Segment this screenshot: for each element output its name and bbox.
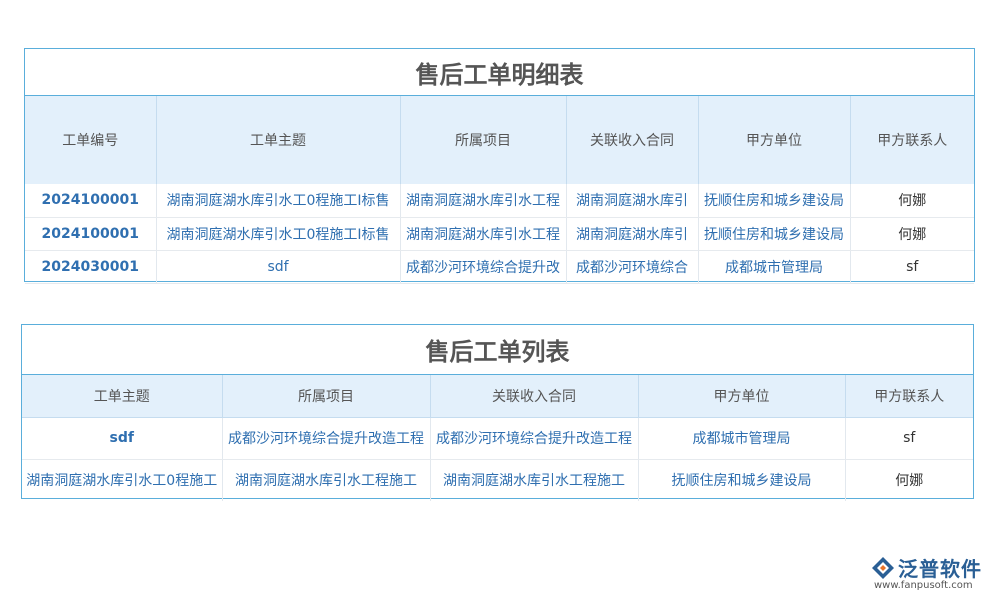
table-row[interactable]: 2024100001 湖南洞庭湖水库引水工0程施工I标售 湖南洞庭湖水库引水工程… [25, 217, 974, 251]
list-table-panel: 售后工单列表 工单主题 所属项目 关联收入合同 甲方单位 甲方联系人 sdf 成… [21, 324, 974, 501]
cell-subject[interactable]: sdf [156, 250, 401, 284]
cell-order-no[interactable]: 2024030001 [25, 250, 157, 284]
detail-table-title: 售后工单明细表 [25, 49, 974, 96]
column-header-subject[interactable]: 工单主题 [22, 375, 223, 418]
brand-url: www.fanpusoft.com [874, 580, 973, 591]
cell-order-no[interactable]: 2024100001 [25, 217, 157, 251]
table-row[interactable]: sdf 成都沙河环境综合提升改造工程 成都沙河环境综合提升改造工程 成都城市管理… [22, 417, 973, 460]
column-header-order-no[interactable]: 工单编号 [25, 96, 157, 184]
cell-subject[interactable]: sdf [22, 417, 223, 460]
cell-contact: sf [850, 250, 974, 284]
cell-subject[interactable]: 湖南洞庭湖水库引水工0程施工I标售 [156, 217, 401, 251]
table-row[interactable]: 2024030001 sdf 成都沙河环境综合提升改 成都沙河环境综合 成都城市… [25, 250, 974, 284]
detail-table: 工单编号 工单主题 所属项目 关联收入合同 甲方单位 甲方联系人 2024100… [25, 96, 974, 284]
cell-contact: 何娜 [895, 473, 924, 490]
column-header-project[interactable]: 所属项目 [400, 96, 567, 184]
cell-client[interactable]: 抚顺住房和城乡建设局 [698, 217, 851, 251]
column-header-contact[interactable]: 甲方联系人 [845, 375, 973, 418]
column-header-contract[interactable]: 关联收入合同 [430, 375, 639, 418]
brand-logo: 泛普软件 www.fanpusoft.com [870, 553, 994, 593]
list-table-title: 售后工单列表 [22, 325, 973, 375]
table-row[interactable]: 湖南洞庭湖水库引水工0程施工 湖南洞庭湖水库引水工程施工 湖南洞庭湖水库引水工程… [22, 459, 973, 501]
cell-contract[interactable]: 成都沙河环境综合提升改造工程 [430, 417, 639, 460]
list-table-header-row: 工单主题 所属项目 关联收入合同 甲方单位 甲方联系人 [22, 375, 973, 418]
cell-project[interactable]: 成都沙河环境综合提升改 [400, 250, 567, 284]
cell-contact: 何娜 [850, 184, 974, 218]
cell-contract[interactable]: 湖南洞庭湖水库引水工程施工 [430, 459, 639, 501]
cell-contract[interactable]: 湖南洞庭湖水库引 [566, 217, 699, 251]
column-header-subject[interactable]: 工单主题 [156, 96, 401, 184]
cell-client[interactable]: 成都城市管理局 [638, 417, 846, 460]
column-header-project[interactable]: 所属项目 [222, 375, 431, 418]
detail-table-panel: 售后工单明细表 工单编号 工单主题 所属项目 关联收入合同 甲方单位 甲方联系人… [24, 48, 975, 284]
brand-name: 泛普软件 [898, 557, 982, 581]
column-header-client[interactable]: 甲方单位 [698, 96, 851, 184]
fanpu-logo-icon [872, 557, 894, 579]
cell-client[interactable]: 抚顺住房和城乡建设局 [638, 459, 846, 501]
column-header-contract[interactable]: 关联收入合同 [566, 96, 699, 184]
list-table: 工单主题 所属项目 关联收入合同 甲方单位 甲方联系人 sdf 成都沙河环境综合… [22, 375, 973, 501]
cell-project[interactable]: 湖南洞庭湖水库引水工程施工 [222, 459, 431, 501]
detail-table-header-row: 工单编号 工单主题 所属项目 关联收入合同 甲方单位 甲方联系人 [25, 96, 974, 184]
cell-client[interactable]: 成都城市管理局 [698, 250, 851, 284]
cell-subject[interactable]: 湖南洞庭湖水库引水工0程施工I标售 [156, 184, 401, 218]
cell-contact: sf [845, 417, 973, 460]
cell-order-no[interactable]: 2024100001 [25, 184, 157, 218]
table-row[interactable]: 2024100001 湖南洞庭湖水库引水工0程施工I标售 湖南洞庭湖水库引水工程… [25, 184, 974, 218]
cell-contract[interactable]: 湖南洞庭湖水库引 [566, 184, 699, 218]
cell-contact: 何娜 [850, 217, 974, 251]
cell-project[interactable]: 湖南洞庭湖水库引水工程 [400, 184, 567, 218]
cell-contract[interactable]: 成都沙河环境综合 [566, 250, 699, 284]
cell-client[interactable]: 抚顺住房和城乡建设局 [698, 184, 851, 218]
cell-subject[interactable]: 湖南洞庭湖水库引水工0程施工 [22, 459, 223, 501]
cell-project[interactable]: 成都沙河环境综合提升改造工程 [222, 417, 431, 460]
cell-project[interactable]: 湖南洞庭湖水库引水工程 [400, 217, 567, 251]
column-header-contact[interactable]: 甲方联系人 [850, 96, 974, 184]
column-header-client[interactable]: 甲方单位 [638, 375, 846, 418]
